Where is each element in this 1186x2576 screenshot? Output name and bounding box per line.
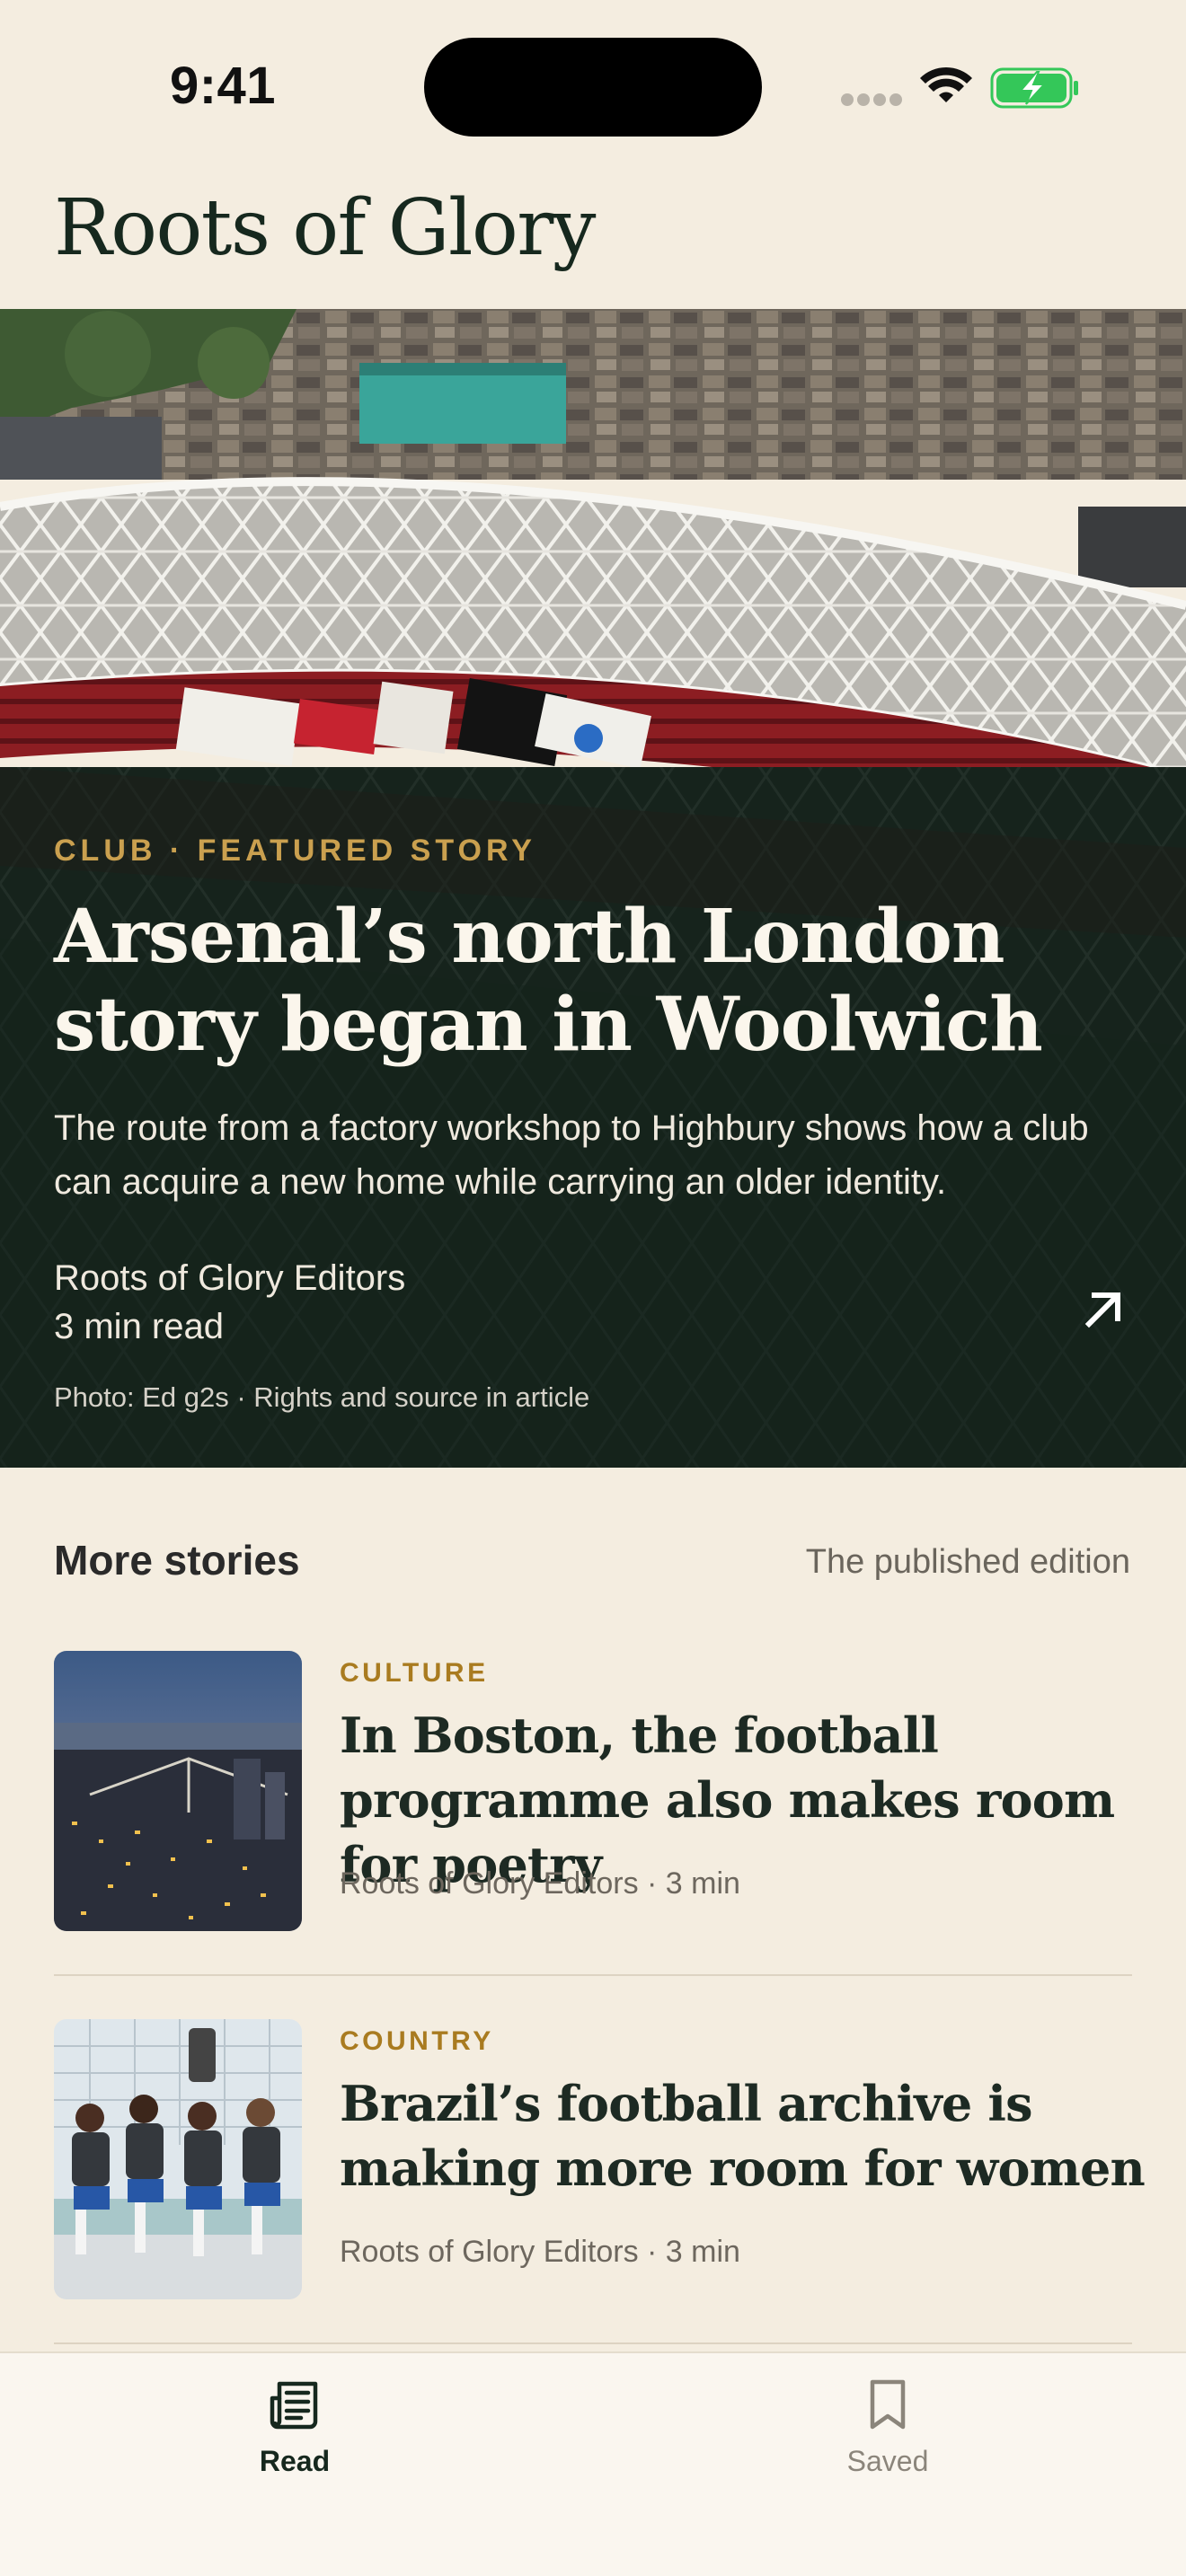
story-card[interactable]: COUNTRY Brazil’s football archive is mak…	[54, 2019, 1146, 2299]
status-time: 9:41	[169, 57, 277, 115]
story-headline[interactable]: Brazil’s football archive is making more…	[340, 2071, 1148, 2201]
hero-byline: Roots of Glory Editors	[54, 1258, 406, 1298]
bookmark-icon	[870, 2379, 906, 2430]
tab-bar: Read Saved	[0, 2351, 1186, 2576]
cellular-signal-icon	[841, 93, 902, 106]
story-thumbnail	[54, 2019, 302, 2299]
story-thumbnail	[54, 1651, 302, 1931]
story-kicker: CULTURE	[340, 1658, 489, 1688]
story-card[interactable]: CULTURE In Boston, the football programm…	[54, 1651, 1132, 1931]
tab-label: Read	[259, 2445, 331, 2477]
hero-headline[interactable]: Arsenal’s north London story began in Wo…	[54, 893, 1132, 1069]
hero-kicker: CLUB · FEATURED STORY	[54, 834, 536, 868]
hero-read-time: 3 min read	[54, 1307, 224, 1346]
tab-read[interactable]: Read	[187, 2377, 403, 2493]
battery-charging-icon	[990, 67, 1078, 109]
dynamic-island	[424, 38, 762, 137]
tab-saved[interactable]: Saved	[780, 2377, 996, 2493]
story-meta: Roots of Glory Editors · 3 min	[340, 2235, 740, 2269]
women-footballers-photo	[54, 2019, 302, 2299]
boston-skyline-photo	[54, 1651, 302, 1931]
app-title: Roots of Glory	[54, 183, 596, 273]
newspaper-icon	[270, 2381, 318, 2430]
edition-label: The published edition	[805, 1543, 1130, 1581]
photo-credit: Photo: Ed g2s · Rights and source in art…	[54, 1381, 590, 1413]
open-arrow-icon[interactable]	[1075, 1281, 1132, 1338]
status-bar: 9:41	[0, 0, 1186, 171]
story-meta: Roots of Glory Editors · 3 min	[340, 1866, 740, 1901]
tab-label: Saved	[846, 2445, 929, 2477]
section-title: More stories	[54, 1537, 300, 1584]
story-kicker: COUNTRY	[340, 2026, 494, 2056]
divider	[54, 2342, 1132, 2344]
divider	[54, 1974, 1132, 1976]
wifi-icon	[920, 66, 972, 102]
featured-story-card[interactable]: CLUB · FEATURED STORY Arsenal’s north Lo…	[0, 309, 1186, 1468]
hero-dek: The route from a factory workshop to Hig…	[54, 1108, 1089, 1202]
